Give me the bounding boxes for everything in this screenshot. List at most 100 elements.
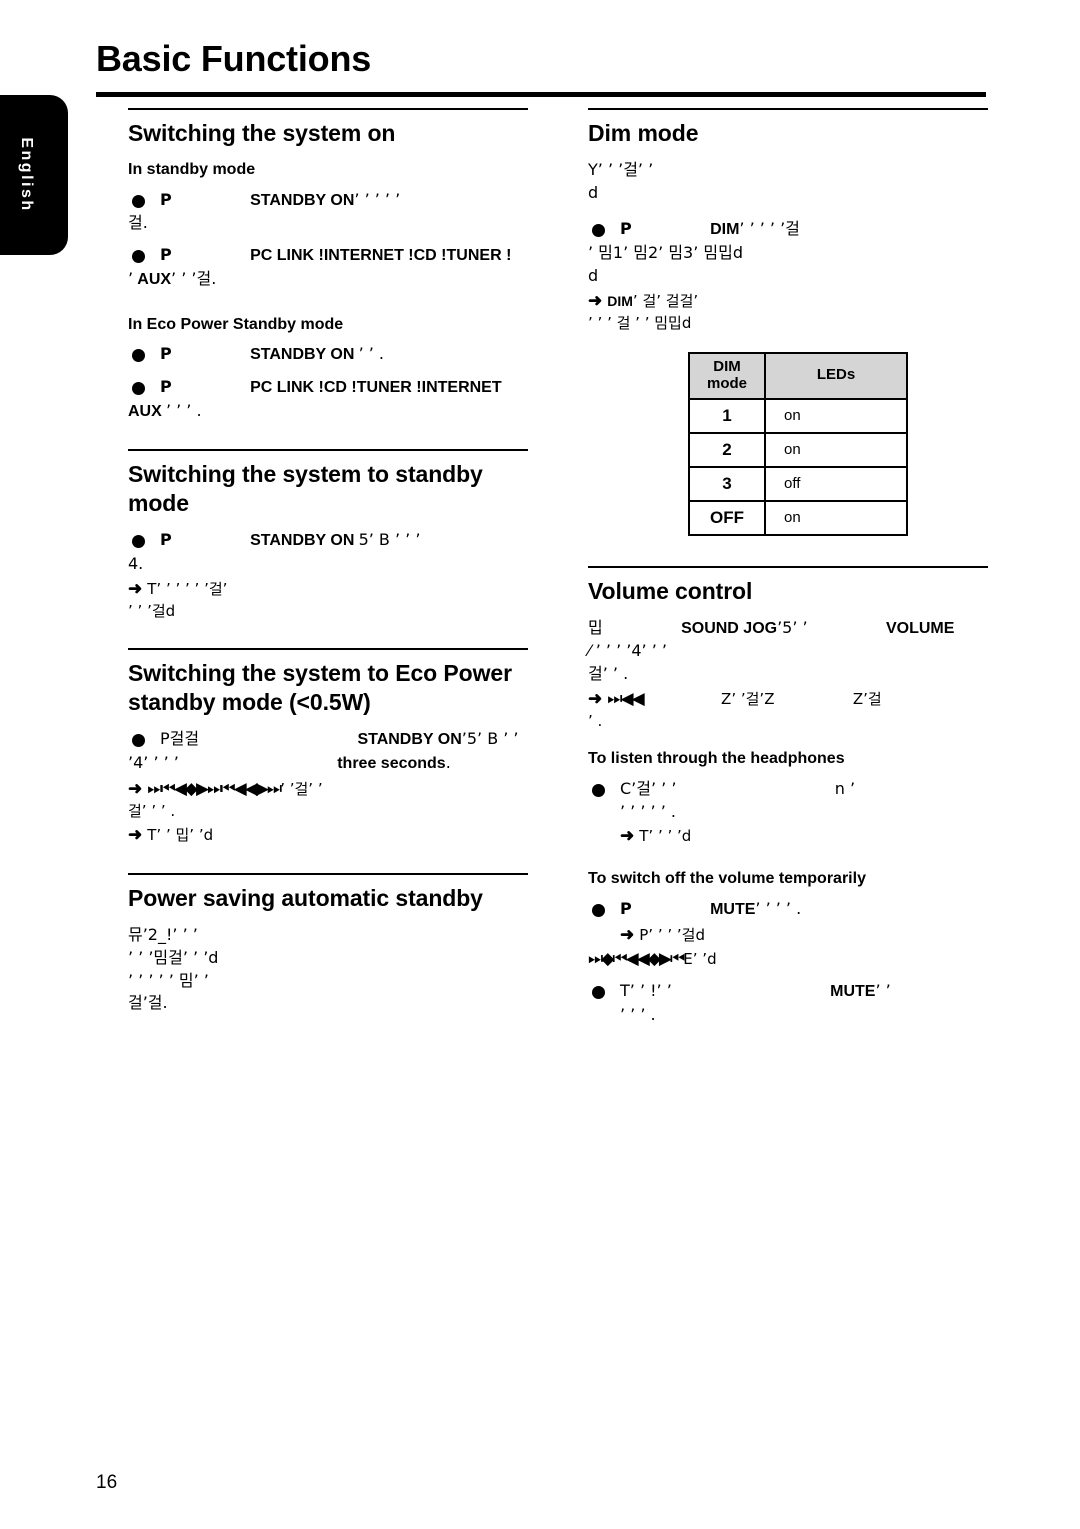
cell-leds: off bbox=[764, 465, 908, 502]
section-heading: Dim mode bbox=[588, 120, 699, 146]
bullet-tail-glyphs: 5’ B ’ ’ ’ bbox=[358, 530, 421, 550]
section-power-saving-auto-standby: Power saving automatic standby 뮤’2_!’ ’ … bbox=[128, 873, 528, 1015]
bullet-item: C’걸’ ’ ’ n ’ ’ ’ ’ ’ ’ . ➜ T’ ’ ’ ’d bbox=[588, 778, 988, 849]
note-text: Z’걸 bbox=[852, 689, 882, 708]
column-header-dim-mode-line2: mode bbox=[706, 374, 747, 392]
subheading-eco-power-standby: In Eco Power Standby mode bbox=[128, 315, 344, 333]
button-name-standby-on: STANDBY ON bbox=[357, 731, 462, 749]
arrow-right-icon: ➜ bbox=[588, 688, 603, 708]
bullet-item: P STANDBY ON’ ’ ’ ’ ’ 걸. bbox=[128, 189, 528, 235]
transport-control-glyphs: ⏭◀◀ bbox=[607, 688, 644, 709]
note-continuation: 걸’ ’ ’ . bbox=[128, 801, 176, 820]
bullet-prefix-glyph: P bbox=[160, 344, 172, 364]
page-title: Basic Functions bbox=[96, 38, 372, 79]
button-name-mute: MUTE bbox=[710, 901, 756, 919]
table-row: 1 on bbox=[688, 397, 908, 434]
note-line: ➜ ⏭◀◀ Z’ ’걸’Z Z’걸 bbox=[588, 687, 988, 711]
bullet-dot-icon bbox=[132, 349, 145, 363]
section-heading: Switching the system to standby mode bbox=[128, 461, 483, 517]
bullet-prefix-glyph: P bbox=[160, 377, 172, 396]
bullet-dot-icon bbox=[592, 224, 605, 238]
bullet-tail-glyphs: ’ ’ ’ ’ ’ bbox=[354, 189, 401, 209]
instruction-item: 밉 SOUND JOG’5’ ’ VOLUME ⁄ ’ ’ ’ ’4’ ’ ’ … bbox=[588, 617, 988, 733]
transport-control-glyphs: ⏭◆⏮◀◀◆▶⏮ bbox=[588, 948, 685, 969]
bullet-prefix-glyph: P걸걸 bbox=[160, 729, 200, 749]
bullet-continuation: AUX ’ ’ ’ . bbox=[128, 400, 528, 424]
bullet-continuation: ’4’ ’ ’ ’ three seconds. bbox=[128, 752, 528, 776]
section-divider bbox=[128, 108, 528, 110]
table-body: 1 on 2 on 3 off OFF on bbox=[688, 397, 908, 536]
section-divider bbox=[588, 108, 988, 110]
bullet-prefix-glyph: P bbox=[160, 189, 172, 209]
subheading-switch-off-volume: To switch off the volume temporarily bbox=[588, 870, 866, 888]
bullet-dot-icon bbox=[592, 904, 605, 918]
left-column: Switching the system on In standby mode … bbox=[128, 108, 528, 1017]
bullet-text: T’ ’ !’ ’ bbox=[620, 981, 672, 1001]
bullet-continuation: ’ 밈1’ 밈2’ 밈3’ 밈밉d bbox=[588, 243, 743, 263]
button-name-standby-on: STANDBY ON bbox=[250, 346, 355, 364]
button-name-aux: AUX bbox=[128, 402, 162, 420]
section-divider bbox=[588, 565, 988, 568]
bullet-item: P PC LINK !INTERNET !CD !TUNER ! ’ AUX’ … bbox=[128, 244, 528, 291]
trailing-glyphs: ’ ’ ’ . bbox=[165, 400, 202, 420]
bullet-item: P MUTE’ ’ ’ ’ . ➜ P’ ’ ’ ’걸d ⏭◆⏮◀◀◆▶⏮E’ ’… bbox=[588, 898, 988, 971]
manual-page: English Basic Functions Switching the sy… bbox=[0, 0, 1080, 1529]
section-divider bbox=[128, 449, 528, 452]
section-heading: Power saving automatic standby bbox=[128, 885, 483, 912]
bullet-tail-glyphs: ’ ’ bbox=[875, 981, 891, 1001]
note-text: Z’ ’걸’Z bbox=[721, 689, 775, 708]
language-side-tab-label: English bbox=[18, 137, 35, 213]
note-line: ➜ DIM’ 걸’ 걸걸’ bbox=[588, 289, 988, 313]
trailing-glyph: . bbox=[445, 752, 451, 772]
note-line: ➜ ⏭⏮◀◆▶⏭⏮◀◀▶⏭’ ’걸’ ’ bbox=[128, 777, 528, 801]
cell-leds: on bbox=[764, 499, 908, 536]
note-continuation: ’ ’ ’걸d bbox=[128, 601, 176, 620]
bullet-continuation: ’ ’ ’ ’ ’ . bbox=[620, 801, 676, 821]
table-row: OFF on bbox=[688, 499, 908, 536]
section-heading: Switching the system on bbox=[128, 120, 396, 146]
body-line: 걸’걸. bbox=[128, 993, 168, 1013]
note-text: ’ ’걸’ ’ bbox=[280, 779, 323, 798]
bullet-dot-icon bbox=[132, 535, 145, 549]
button-name-dim: DIM bbox=[710, 221, 740, 239]
note-continuation: ⏭◆⏮◀◀◆▶⏮E’ ’d bbox=[588, 947, 988, 971]
note-text: T’ ’ 밉’ ’d bbox=[147, 826, 214, 845]
section-switching-on: Switching the system on In standby mode … bbox=[128, 108, 528, 423]
arrow-right-icon: ➜ bbox=[128, 578, 143, 598]
cell-dim-mode: 1 bbox=[688, 397, 766, 434]
bullet-item: P DIM’ ’ ’ ’ ’걸 ’ 밈1’ 밈2’ 밈3’ 밈밉d d ➜ DIM… bbox=[588, 218, 988, 334]
note-text: P’ ’ ’ ’걸d bbox=[639, 925, 705, 944]
note-text: T’ ’ ’ ’ ’ ’걸’ bbox=[147, 579, 228, 598]
arrow-right-icon: ➜ bbox=[128, 825, 143, 845]
bullet-continuation: ’ ’ ’ . bbox=[620, 1004, 656, 1024]
bullet-dot-icon bbox=[592, 986, 605, 1000]
button-name-aux: AUX bbox=[137, 270, 172, 288]
column-header-dim-mode-line1: DIM bbox=[713, 357, 741, 375]
bullet-tail-glyphs: ’ ’ ’ ’ ’걸 bbox=[739, 219, 800, 239]
source-button-names: PC LINK !INTERNET !CD !TUNER ! bbox=[250, 247, 512, 265]
duration-three-seconds: three seconds bbox=[337, 754, 446, 772]
bullet-item: P STANDBY ON 5’ B ’ ’ ’ 4. ➜ T’ ’ ’ ’ ’ ’… bbox=[128, 529, 528, 622]
bullet-continuation: ’ AUX’ ’ ’걸. bbox=[128, 268, 528, 292]
bullet-tail-glyphs: ’ ’ . bbox=[358, 344, 384, 364]
instruction-continuation: ⁄ ’ ’ ’ ’4’ ’ ’ bbox=[588, 641, 667, 661]
instruction-continuation: 걸’ ’ . bbox=[588, 663, 629, 683]
bullet-dot-icon bbox=[592, 783, 605, 797]
column-header-leds: LEDs bbox=[764, 351, 908, 400]
bullet-item: P PC LINK !CD !TUNER !INTERNET AUX ’ ’ ’… bbox=[128, 376, 528, 423]
bullet-tail-glyphs: ’ ’ ’ ’ . bbox=[755, 899, 802, 919]
right-column: Dim mode Y’ ’ ’걸’ ’ d P DIM’ ’ ’ ’ ’걸 ’ … bbox=[588, 108, 988, 1036]
mid-glyphs: ’5’ ’ bbox=[777, 617, 808, 637]
note-line: ➜ P’ ’ ’ ’걸d bbox=[620, 923, 988, 947]
note-text: E’ ’d bbox=[683, 949, 717, 968]
language-side-tab: English bbox=[0, 95, 68, 255]
note-line: ➜ T’ ’ ’ ’d bbox=[620, 824, 988, 848]
section-heading: Switching the system to Eco Power standb… bbox=[128, 660, 512, 716]
intro-line: d bbox=[588, 182, 599, 202]
headphone-jack-glyph: n ’ bbox=[834, 778, 856, 798]
page-number: 16 bbox=[96, 1472, 118, 1493]
bullet-continuation: 걸. bbox=[128, 213, 148, 233]
bullet-item: T’ ’ !’ ’ MUTE’ ’ ’ ’ ’ . bbox=[588, 980, 988, 1026]
button-name-standby-on: STANDBY ON bbox=[250, 532, 355, 550]
bullet-prefix-glyph: P bbox=[160, 245, 172, 265]
